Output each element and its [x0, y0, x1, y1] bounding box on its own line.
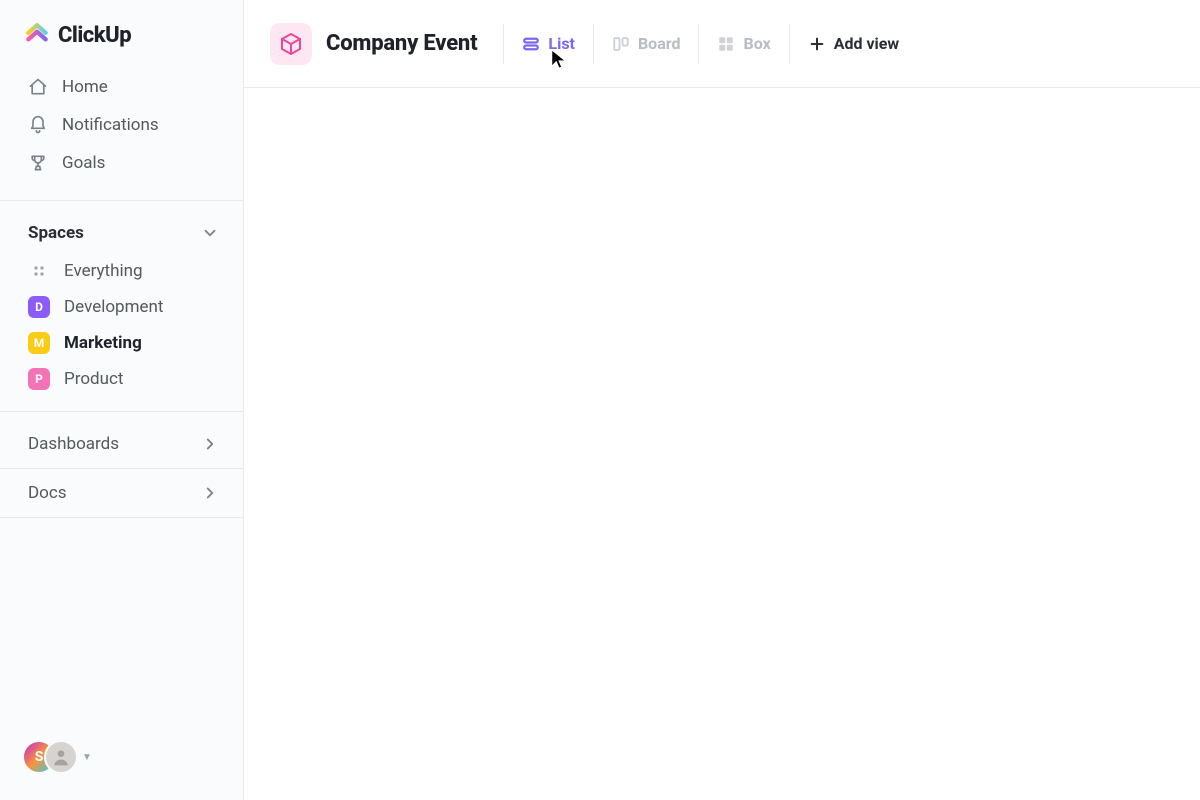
space-label: Product [64, 369, 123, 389]
topbar: Company Event List Board Box Add view [244, 0, 1200, 88]
plus-icon [808, 35, 826, 53]
space-development[interactable]: D Development [0, 289, 243, 325]
nav-label: Notifications [62, 115, 159, 135]
section-label: Docs [28, 483, 67, 503]
space-avatar-icon: D [28, 296, 50, 318]
divider [0, 411, 243, 412]
view-tab-list[interactable]: List [503, 24, 593, 64]
view-label: Box [743, 34, 770, 53]
package-icon [270, 23, 312, 65]
brand-home[interactable]: ClickUp [0, 0, 243, 66]
spaces-toggle[interactable]: Spaces [0, 209, 243, 253]
primary-nav: Home Notifications Goals [0, 66, 243, 192]
spaces-header-label: Spaces [28, 223, 84, 243]
brand-name: ClickUp [58, 23, 131, 48]
nav-notifications[interactable]: Notifications [0, 106, 243, 144]
view-tab-board[interactable]: Board [593, 24, 699, 64]
avatar [44, 740, 78, 774]
list-icon [522, 35, 540, 53]
main-content [244, 88, 1200, 800]
clickup-logo-icon [24, 22, 50, 48]
add-view-label: Add view [834, 34, 899, 53]
space-everything[interactable]: Everything [0, 253, 243, 289]
nav-goals[interactable]: Goals [0, 144, 243, 182]
nav-home[interactable]: Home [0, 68, 243, 106]
grid-dots-icon [28, 260, 50, 282]
chevron-down-icon [201, 224, 219, 242]
view-tab-box[interactable]: Box [698, 24, 788, 64]
space-marketing[interactable]: M Marketing [0, 325, 243, 361]
space-product[interactable]: P Product [0, 361, 243, 397]
view-label: List [548, 34, 575, 53]
nav-label: Home [62, 77, 108, 97]
add-view-button[interactable]: Add view [789, 24, 917, 64]
page-title: Company Event [326, 31, 477, 56]
bell-icon [28, 115, 48, 135]
space-label: Everything [64, 261, 143, 281]
space-label: Development [64, 297, 163, 317]
view-label: Board [638, 34, 681, 53]
home-icon [28, 77, 48, 97]
board-icon [612, 35, 630, 53]
spaces-list: Everything D Development M Marketing P P… [0, 253, 243, 397]
box-icon [717, 35, 735, 53]
space-avatar-icon: P [28, 368, 50, 390]
section-dashboards[interactable]: Dashboards [0, 420, 243, 468]
trophy-icon [28, 153, 48, 173]
presence-stack[interactable]: S ▼ [22, 740, 92, 774]
section-docs[interactable]: Docs [0, 469, 243, 517]
sidebar: ClickUp Home Notifications Goals Spaces [0, 0, 244, 800]
chevron-right-icon [201, 435, 219, 453]
section-label: Dashboards [28, 434, 119, 454]
divider [0, 200, 243, 201]
caret-down-icon: ▼ [82, 752, 92, 763]
nav-label: Goals [62, 153, 105, 173]
chevron-right-icon [201, 484, 219, 502]
title-block: Company Event [270, 23, 503, 65]
space-label: Marketing [64, 333, 142, 353]
space-avatar-icon: M [28, 332, 50, 354]
divider [0, 517, 243, 518]
